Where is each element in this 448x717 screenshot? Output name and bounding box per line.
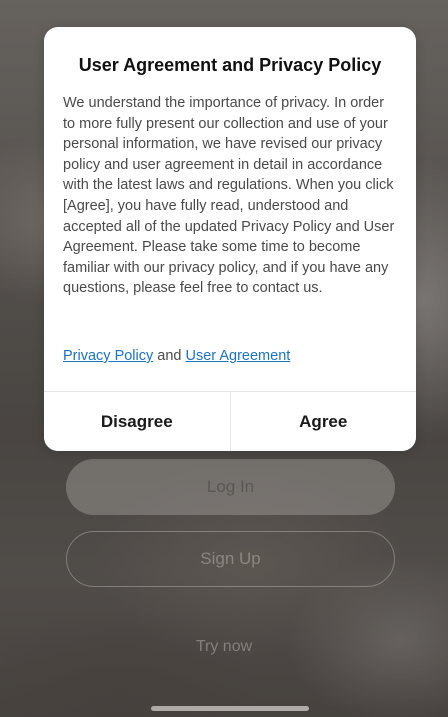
user-agreement-link[interactable]: User Agreement [186,348,291,364]
privacy-policy-link[interactable]: Privacy Policy [63,348,153,364]
agree-button[interactable]: Agree [230,392,416,451]
login-button[interactable]: Log In [66,459,395,515]
dialog-actions: Disagree Agree [44,391,416,451]
disagree-button[interactable]: Disagree [44,392,230,451]
dialog-title: User Agreement and Privacy Policy [78,55,382,75]
signup-button[interactable]: Sign Up [66,531,395,587]
and-text: and [157,348,182,364]
policy-links: Privacy Policy and User Agreement [63,348,290,364]
dialog-body-text: We understand the importance of privacy.… [63,95,395,297]
home-indicator[interactable] [151,706,309,711]
privacy-dialog: User Agreement and Privacy Policy We und… [44,27,416,451]
try-now-link[interactable]: Try now [0,638,448,656]
app-screen: Log In Sign Up Try now User Agreement an… [0,0,448,717]
